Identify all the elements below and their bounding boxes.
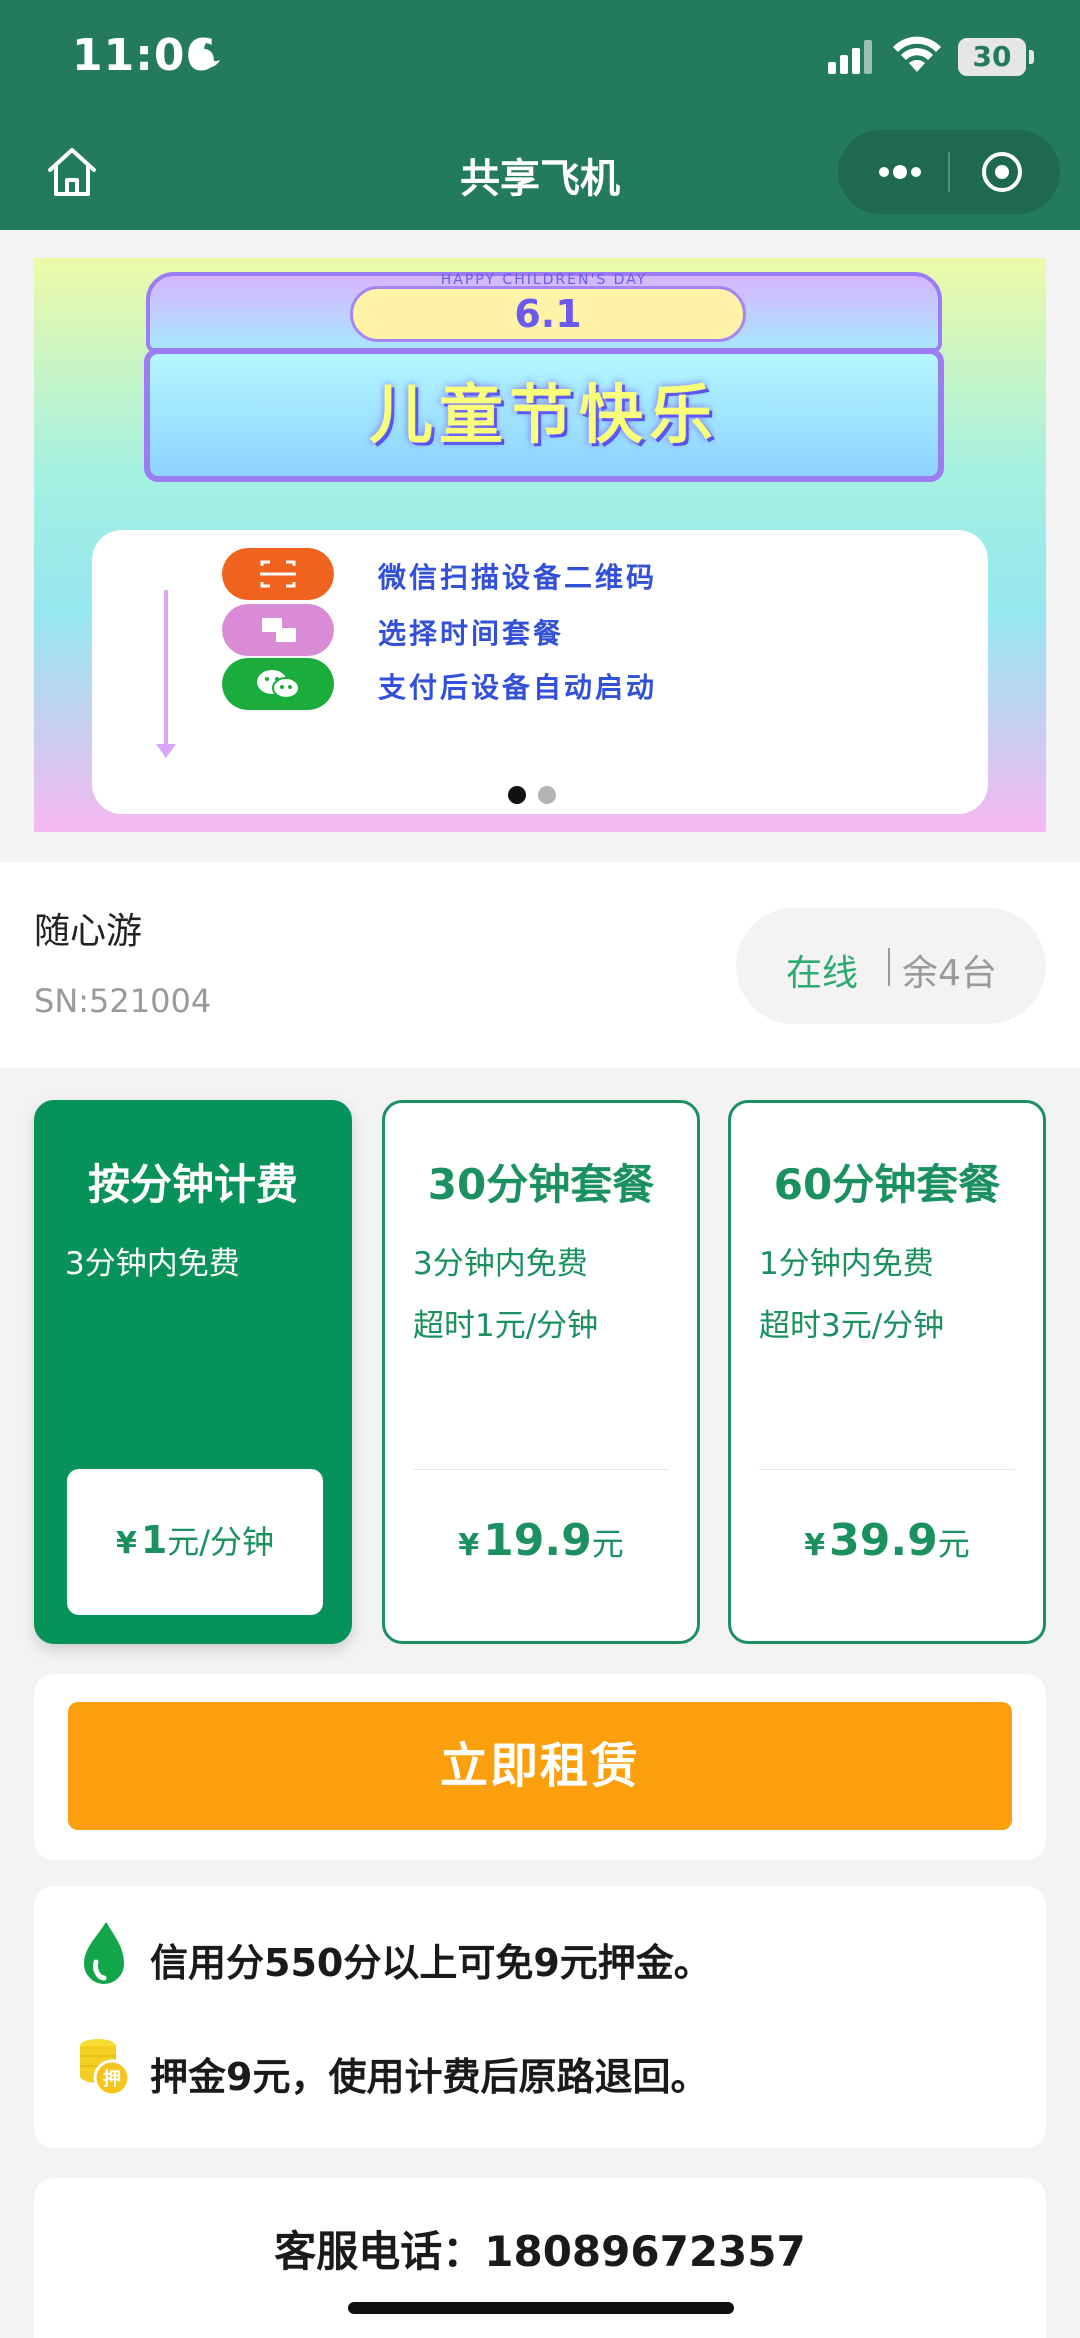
- step-text: 支付后设备自动启动: [378, 671, 658, 704]
- service-phone[interactable]: 客服电话：18089672357: [34, 2218, 1046, 2279]
- banner-roof: HAPPY CHILDREN'S DAY 6.1: [146, 272, 942, 352]
- device-status-pill: 在线 余4台: [736, 908, 1046, 1024]
- online-status: 在线: [786, 953, 859, 994]
- plan-60-minutes[interactable]: 60分钟套餐 1分钟内免费 超时3元/分钟 ¥39.9元: [728, 1100, 1046, 1644]
- top-bar: 11:06 30 共享飞机: [0, 0, 1080, 230]
- plan-description: 1分钟内免费 超时3元/分钟: [759, 1233, 944, 1357]
- step-text: 微信扫描设备二维码: [378, 561, 658, 594]
- plan-title: 60分钟套餐: [773, 1160, 1001, 1209]
- mini-program-capsule: [838, 130, 1060, 214]
- pagination-dot-active[interactable]: [508, 786, 526, 804]
- plan-title: 30分钟套餐: [427, 1160, 655, 1209]
- currency-symbol: ¥: [115, 1526, 137, 1561]
- signal-icon: [828, 40, 872, 74]
- plan-30-minutes[interactable]: 30分钟套餐 3分钟内免费 超时1元/分钟 ¥19.9元: [382, 1100, 700, 1644]
- price-unit: 元: [937, 1525, 970, 1563]
- plan-price-box: ¥1元/分钟: [67, 1469, 323, 1615]
- plan-per-minute[interactable]: 按分钟计费 3分钟内免费 ¥1元/分钟: [34, 1100, 352, 1644]
- plan-line: 3分钟内免费: [413, 1246, 588, 1282]
- banner-pagination: [508, 786, 568, 808]
- plan-title: 按分钟计费: [87, 1160, 298, 1209]
- credit-drop-icon: [84, 1922, 124, 1984]
- home-indicator[interactable]: [348, 2302, 734, 2314]
- package-icon: [222, 604, 334, 656]
- usage-steps: 微信扫描设备二维码 选择时间套餐 支付后设备自动启动: [92, 530, 988, 814]
- plan-divider: [413, 1469, 669, 1470]
- pagination-dot[interactable]: [538, 786, 556, 804]
- plan-price: ¥1元/分钟: [67, 1517, 323, 1563]
- steps-arrow-head: [156, 744, 176, 758]
- plan-description: 3分钟内免费 超时1元/分钟: [413, 1233, 598, 1357]
- wifi-icon: [893, 36, 941, 72]
- plan-divider: [759, 1469, 1015, 1470]
- plan-price: ¥19.9元: [385, 1515, 697, 1566]
- moon-icon: [193, 39, 220, 68]
- capsule-separator: [948, 152, 950, 192]
- rent-now-button[interactable]: 立即租赁: [68, 1702, 1012, 1830]
- device-info: 随心游 SN:521004 在线 余4台: [0, 862, 1080, 1068]
- remaining-count: 余4台: [902, 953, 997, 994]
- coin-badge-text: 押: [103, 2068, 121, 2090]
- scan-icon: [222, 548, 334, 600]
- banner-headline: 儿童节快乐: [369, 379, 719, 453]
- price-unit: 元: [591, 1525, 624, 1563]
- coins-icon: 押: [80, 2039, 131, 2097]
- step-text: 选择时间套餐: [378, 617, 565, 650]
- note-text: 信用分550分以上可免9元押金。: [150, 1941, 712, 1985]
- banner-date: 6.1: [350, 286, 746, 342]
- plan-line: 1分钟内免费: [759, 1246, 934, 1282]
- price-unit: 元/分钟: [167, 1523, 275, 1561]
- rent-card: 立即租赁: [34, 1674, 1046, 1860]
- promo-banner[interactable]: HAPPY CHILDREN'S DAY 6.1 儿童节快乐 微信扫描设备二维码…: [34, 258, 1046, 832]
- battery-indicator: 30: [958, 38, 1034, 76]
- plan-line: 超时1元/分钟: [413, 1308, 599, 1344]
- plan-line: 超时3元/分钟: [759, 1308, 945, 1344]
- customer-service: 客服电话：18089672357: [34, 2178, 1046, 2338]
- device-sn: SN:521004: [34, 982, 212, 1020]
- price-value: 1: [140, 1518, 168, 1562]
- note-text: 押金9元，使用计费后原路退回。: [150, 2055, 709, 2099]
- device-name: 随心游: [34, 911, 143, 952]
- plan-description: 3分钟内免费: [65, 1233, 240, 1295]
- banner-sign: 儿童节快乐: [144, 348, 944, 482]
- status-separator: [888, 948, 890, 986]
- plan-price: ¥39.9元: [731, 1515, 1043, 1566]
- currency-symbol: ¥: [458, 1528, 480, 1563]
- more-icon[interactable]: [870, 152, 950, 192]
- currency-symbol: ¥: [804, 1528, 826, 1563]
- price-value: 19.9: [483, 1515, 592, 1566]
- steps-arrow: [164, 590, 168, 750]
- wechat-icon: [222, 658, 334, 710]
- price-value: 39.9: [829, 1515, 938, 1566]
- deposit-notes: 信用分550分以上可免9元押金。 押 押金9元，使用计费后原路退回。: [34, 1886, 1046, 2148]
- plan-line: 3分钟内免费: [65, 1246, 240, 1282]
- close-mini-program-icon[interactable]: [980, 150, 1024, 194]
